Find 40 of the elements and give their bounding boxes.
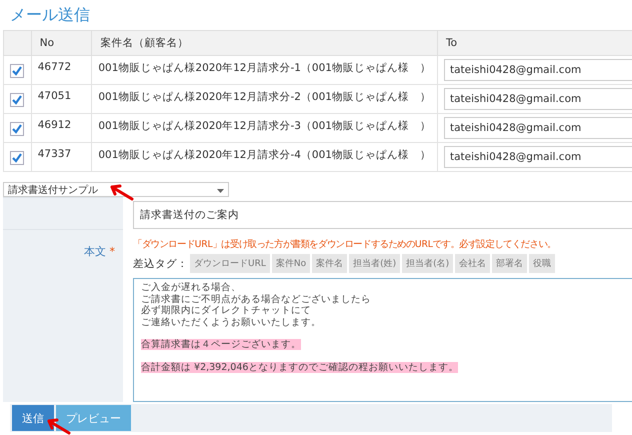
insert-tag[interactable]: 案件No	[272, 254, 310, 273]
email-field[interactable]: tateishi0428@gmail.com	[444, 117, 632, 139]
page-title: メール送信	[10, 4, 91, 26]
subject-field[interactable]: 請求書送付のご案内	[133, 201, 632, 229]
body-label: 本文 *	[84, 245, 115, 258]
preview-button[interactable]: プレビュー	[56, 405, 131, 431]
column-header: No	[31, 30, 92, 56]
notice-text: 「ダウンロードURL」は受け取った方が書類をダウンロードするためのURLです。必ず設定してください。	[133, 238, 557, 251]
column-header: To	[437, 30, 632, 56]
body-text-line: ご連絡いただくようお願いいたします。	[141, 316, 321, 328]
table-cell: 001物販じゃぱん様2020年12月請求分-1（001物販じゃぱん様 ）	[92, 56, 438, 84]
table-cell: 001物販じゃぱん様2020年12月請求分-4（001物販じゃぱん様 ）	[92, 142, 438, 172]
checkbox[interactable]	[10, 151, 24, 165]
email-field[interactable]: tateishi0428@gmail.com	[444, 88, 632, 110]
email-field[interactable]: tateishi0428@gmail.com	[444, 146, 632, 168]
insert-tag[interactable]: 担当者(名)	[402, 254, 454, 273]
insert-tag[interactable]: 会社名	[455, 254, 490, 273]
body-text-line: 必ず期限内にダイレクトチャットにて	[141, 305, 311, 316]
body-text-line: ご入金が遅れる場合、	[141, 282, 241, 293]
insert-tag[interactable]: 担当者(姓)	[349, 254, 400, 273]
checkbox[interactable]	[10, 64, 24, 78]
insert-tag[interactable]: ダウンロードURL	[190, 254, 270, 273]
column-header: 案件名（顧客名）	[92, 30, 438, 56]
insert-tag[interactable]: 案件名	[312, 254, 348, 273]
body-text-line: ご請求書にご不明点がある場合などございましたら	[141, 294, 371, 304]
table-cell: 001物販じゃぱん様2020年12月請求分-2（001物販じゃぱん様 ）	[92, 84, 438, 114]
insert-tag[interactable]: 役職	[529, 254, 556, 273]
template-dropdown[interactable]: 請求書送付サンプル	[3, 182, 229, 197]
email-field[interactable]: tateishi0428@gmail.com	[444, 59, 632, 81]
table-cell: 46912	[31, 114, 92, 142]
table-cell: 47337	[31, 142, 92, 172]
checkbox[interactable]	[10, 93, 24, 107]
insert-tag[interactable]: 部署名	[492, 254, 528, 273]
table-cell: 46772	[31, 56, 92, 84]
table-cell: 001物販じゃぱん様2020年12月請求分-3（001物販じゃぱん様 ）	[92, 114, 438, 142]
table-cell: 47051	[31, 84, 92, 114]
checkbox[interactable]	[10, 122, 24, 136]
tags-label: 差込タグ：	[133, 256, 188, 270]
send-button[interactable]: 送信	[12, 405, 54, 431]
body-textarea[interactable]: ご入金が遅れる場合、 ご請求書にご不明点がある場合などございましたら 必ず期限内にダイレクトチャットにて ご連絡いただくようお願いいたします。 合算請求書は４ページございます。 合計金額は ¥2,392,046となりますのでご確認の程お願いいたします。	[133, 278, 632, 402]
